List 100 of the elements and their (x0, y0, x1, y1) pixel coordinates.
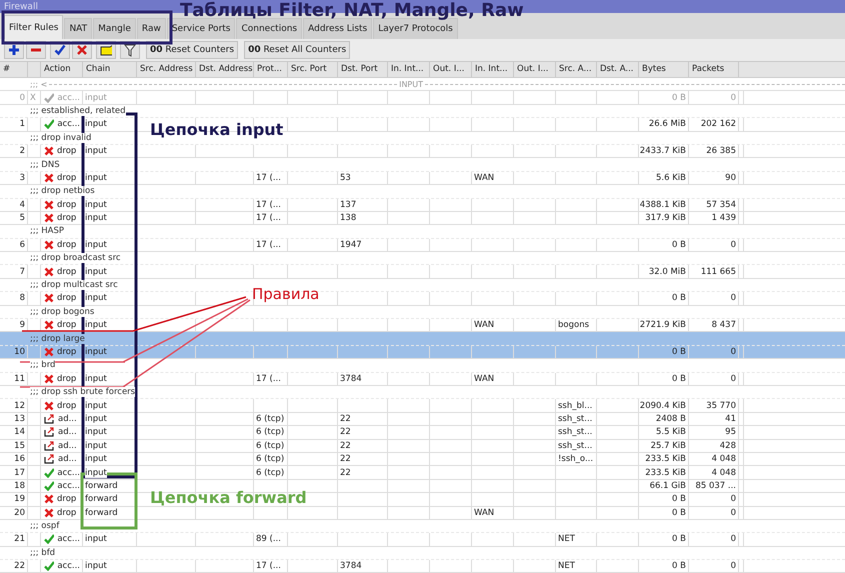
chain-cell: input (85, 454, 107, 464)
table-cell: 0 B (672, 561, 686, 572)
chain-cell: input (85, 240, 107, 250)
table-cell: 32.0 MiB (648, 266, 686, 277)
table-cell: 4388.1 KiB (640, 200, 686, 210)
action-text: ad... (58, 440, 77, 451)
reset-counters-button[interactable]: 00 Reset All Counters (244, 41, 350, 59)
column-header[interactable]: Chain (83, 62, 137, 77)
row-number[interactable]: 4 (20, 200, 25, 210)
column-header[interactable]: Dst. Port (338, 62, 388, 77)
tab[interactable]: Service Ports (166, 18, 236, 39)
column-header[interactable]: Dst. A... (597, 62, 639, 77)
table-cell: 233.5 KiB (645, 454, 686, 464)
table-cell: 138 (340, 213, 356, 224)
annotation-label: Цепочка input (150, 121, 284, 139)
action-text: acc... (57, 468, 80, 478)
column-header[interactable]: In. Int... (472, 62, 514, 77)
tab[interactable]: Mangle (93, 18, 136, 39)
row-number[interactable]: 9 (20, 320, 25, 330)
action-text: acc... (57, 480, 80, 491)
table-cell: 1947 (340, 240, 362, 250)
table-cell: 6 (tcp) (256, 440, 284, 451)
window-title: Firewall (4, 2, 38, 12)
table-cell: WAN (474, 508, 494, 518)
row-number[interactable]: 6 (20, 240, 25, 250)
table-cell: 6 (tcp) (256, 454, 284, 464)
action-text: ad... (58, 427, 77, 438)
column-header[interactable]: Bytes (639, 62, 689, 77)
table-cell: ssh_st... (558, 414, 592, 424)
row-number[interactable]: 13 (14, 414, 25, 424)
tab[interactable]: Raw (136, 18, 166, 39)
chain-cell: input (85, 414, 107, 424)
table-cell: 22 (340, 468, 351, 478)
row-number[interactable]: 16 (14, 454, 25, 464)
row-number[interactable]: 20 (14, 508, 25, 518)
table-cell: 0 B (672, 240, 686, 250)
column-header[interactable]: Prot... (254, 62, 288, 77)
chain-cell: forward (85, 480, 118, 491)
tab[interactable]: Connections (236, 18, 302, 39)
rule-comment: ;;; drop multicast src (30, 280, 118, 290)
column-header[interactable]: # (0, 62, 28, 77)
action-text: drop (57, 347, 76, 357)
row-number[interactable]: 15 (14, 440, 25, 451)
chain-cell: input (85, 119, 107, 130)
column-header[interactable]: Packets (689, 62, 739, 77)
table-cell: 137 (340, 200, 356, 210)
table-cell: 2408 B (656, 414, 686, 424)
column-header[interactable]: In. Int... (388, 62, 430, 77)
reset-counters-button[interactable]: 00 Reset Counters (146, 41, 238, 59)
chain-cell: input (85, 213, 107, 224)
column-header[interactable]: Dst. Address (196, 62, 254, 77)
chain-cell: input (85, 534, 107, 544)
column-header[interactable]: Out. I... (430, 62, 472, 77)
table-cell: 2721.9 KiB (640, 320, 686, 330)
row-number[interactable]: 11 (14, 374, 25, 384)
row-number[interactable]: 3 (20, 172, 25, 183)
row-number[interactable]: 12 (14, 400, 25, 411)
table-cell: !ssh_o... (558, 454, 594, 464)
action-text: acc... (57, 561, 80, 572)
rule-comment: ;;; drop broadcast src (30, 253, 121, 264)
table-cell: 25.7 KiB (650, 440, 686, 451)
rule-comment: ;;; bfd (30, 548, 56, 558)
table-cell: 2433.7 KiB (640, 146, 686, 156)
action-text: ad... (58, 454, 77, 464)
column-header[interactable]: Src. A... (556, 62, 597, 77)
row-number[interactable]: 19 (14, 494, 25, 504)
table-cell: 85 037 ... (695, 480, 736, 491)
table-cell: ssh_st... (558, 440, 592, 451)
table-cell: 0 (730, 240, 736, 250)
action-text: drop (57, 266, 76, 277)
column-header[interactable]: Src. Address (137, 62, 196, 77)
rule-comment: ;;; DNS (30, 160, 60, 170)
tab[interactable]: Filter Rules (4, 15, 64, 39)
row-number[interactable]: 10 (14, 347, 25, 357)
table-cell: 6 (tcp) (256, 414, 284, 424)
table-cell: 66.1 GiB (650, 480, 686, 491)
table-cell: 0 B (672, 508, 686, 518)
column-header[interactable]: Src. Port (288, 62, 338, 77)
action-text: drop (57, 494, 76, 504)
row-number[interactable]: 7 (20, 266, 25, 277)
row-number[interactable]: 18 (14, 480, 25, 491)
rule-comment: ;;; established, related (30, 106, 126, 116)
table-cell: 17 (... (256, 561, 281, 572)
tab[interactable]: NAT (64, 18, 92, 39)
table-cell: 428 (720, 440, 736, 451)
chain-cell: input (85, 374, 107, 384)
chain-cell: input (85, 200, 107, 210)
row-number[interactable]: 5 (20, 213, 25, 224)
action-text: drop (57, 320, 76, 330)
row-number[interactable]: 8 (20, 293, 25, 304)
tab[interactable]: Address Lists (303, 18, 372, 39)
column-header[interactable]: Out. I... (514, 62, 556, 77)
table-cell: 1 439 (712, 213, 736, 224)
table-cell: 26.6 MiB (648, 119, 686, 130)
column-header[interactable]: Action (41, 62, 83, 77)
table-cell: 26 385 (706, 146, 736, 156)
table-cell: WAN (474, 374, 494, 384)
row-number[interactable]: 17 (14, 468, 25, 478)
rule-comment: ;;; drop netbios (30, 186, 95, 196)
chain-cell: input (85, 347, 107, 357)
